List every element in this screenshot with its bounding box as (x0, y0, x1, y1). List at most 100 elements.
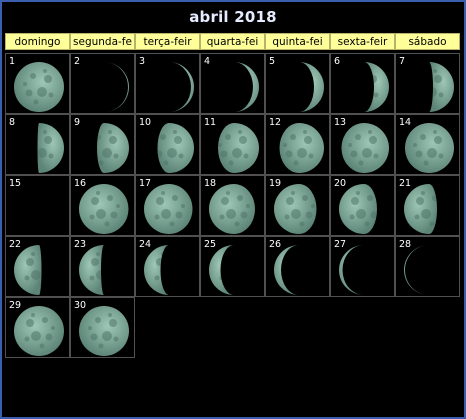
crater-mark (44, 75, 52, 83)
crater-mark (308, 92, 314, 98)
day-number: 10 (139, 117, 152, 128)
day-number: 16 (74, 178, 87, 189)
crater-mark (95, 317, 101, 323)
crater-mark (311, 265, 315, 269)
crater-mark (33, 99, 39, 105)
crater-mark (113, 153, 119, 159)
crater-mark (219, 275, 225, 281)
crater-mark (430, 283, 435, 288)
moon-lit-portion (341, 123, 389, 173)
crater-mark (97, 150, 98, 158)
day-number: 21 (399, 178, 412, 189)
calendar-day-cell: 10 (135, 114, 200, 175)
crater-mark (356, 191, 360, 195)
crater-mark (105, 283, 110, 288)
crater-mark (311, 204, 315, 208)
weekday-header-tuesday: terça-feir (135, 33, 200, 50)
crater-mark (48, 153, 54, 159)
crater-mark (108, 69, 112, 73)
crater-mark (348, 143, 352, 147)
moon-phase-icon (13, 183, 65, 235)
crater-mark (285, 150, 293, 158)
crater-mark (421, 209, 431, 219)
calendar-day-cell: 23 (70, 236, 135, 297)
day-number: 25 (204, 239, 217, 250)
crater-mark (441, 265, 445, 269)
crater-mark (88, 143, 92, 147)
crater-mark (237, 195, 243, 201)
weekday-header-monday: segunda-fe (70, 33, 135, 50)
crater-mark (48, 92, 54, 98)
crater-mark (109, 136, 117, 144)
crater-mark (235, 283, 240, 288)
crater-mark (181, 265, 185, 269)
crater-mark (308, 153, 314, 159)
moon-craters (284, 252, 315, 281)
crater-mark (240, 211, 248, 219)
crater-mark (239, 136, 247, 144)
moon-phase-icon (290, 62, 324, 112)
crater-mark (109, 75, 117, 83)
moon-craters (219, 252, 240, 288)
crater-mark (25, 89, 33, 97)
crater-mark (26, 319, 34, 327)
day-number: 20 (334, 178, 347, 189)
moon-phase-icon (79, 306, 129, 356)
day-number: 1 (9, 56, 16, 67)
moon-phase-icon (14, 62, 64, 112)
crater-mark (108, 130, 112, 134)
crater-mark (88, 82, 92, 86)
crater-mark (116, 265, 120, 269)
crater-mark (420, 73, 426, 79)
crater-mark (88, 326, 92, 330)
crater-mark (290, 73, 296, 79)
calendar-day-cell: 2 (70, 53, 135, 114)
crater-mark (89, 214, 95, 220)
calendar-day-cell: 22 (5, 236, 70, 297)
crater-mark (356, 252, 360, 256)
crater-mark (107, 195, 113, 201)
crater-mark (178, 153, 184, 159)
crater-mark (226, 209, 236, 219)
crater-mark (42, 256, 48, 262)
crater-mark (302, 195, 308, 201)
crater-mark (219, 214, 225, 220)
crater-mark (434, 136, 442, 144)
crater-mark (91, 258, 99, 266)
crater-mark (157, 150, 163, 158)
calendar-day-cell: 3 (135, 53, 200, 114)
calendar-day-cell: 28 (395, 236, 460, 297)
moon-phase-icon (404, 184, 445, 234)
crater-mark (284, 214, 290, 220)
moon-craters (88, 69, 119, 98)
crater-mark (286, 258, 294, 266)
day-number: 5 (269, 56, 276, 67)
moon-lit-portion (404, 245, 445, 295)
crater-mark (30, 73, 36, 79)
crater-mark (232, 148, 242, 158)
moon-lit-portion (14, 245, 48, 295)
crater-mark (104, 87, 112, 97)
calendar-day-cell: 7 (395, 53, 460, 114)
crater-mark (24, 336, 30, 342)
moon-phase-icon (79, 184, 129, 234)
moon-craters (234, 69, 249, 98)
crater-mark (154, 275, 160, 281)
moon-lit-portion (274, 245, 315, 295)
crater-mark (293, 160, 299, 166)
crater-mark (434, 75, 442, 83)
crater-mark (441, 204, 445, 208)
moon-lit-portion (14, 62, 64, 112)
calendar-day-cell: 12 (265, 114, 330, 175)
crater-mark (31, 252, 35, 256)
day-number: 11 (204, 117, 217, 128)
crater-mark (304, 136, 312, 144)
crater-mark (416, 90, 423, 97)
moon-phase-icon (274, 245, 315, 295)
crater-mark (351, 258, 359, 266)
crater-mark (37, 87, 47, 97)
crater-mark (286, 197, 294, 205)
calendar-empty-cell (200, 297, 265, 358)
crater-mark (421, 270, 429, 280)
calendar-day-cell: 18 (200, 175, 265, 236)
